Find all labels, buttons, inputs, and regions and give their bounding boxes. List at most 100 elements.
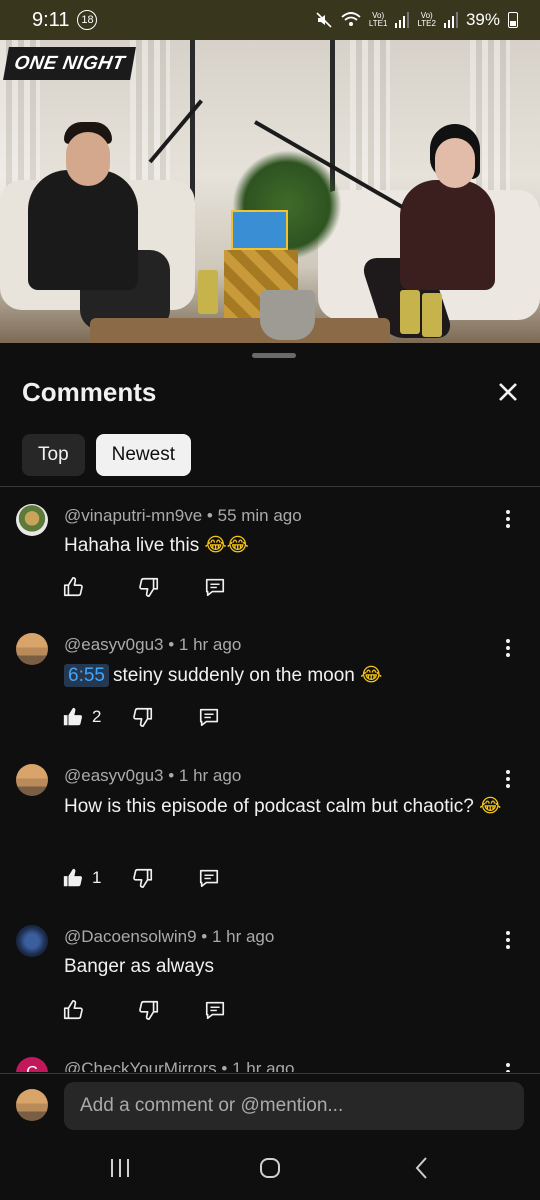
comment-more-button[interactable] xyxy=(500,1060,516,1072)
drag-handle[interactable] xyxy=(252,353,296,358)
comment-meta: @CheckYourMirrors • 1 hr ago xyxy=(64,1059,294,1072)
comment-time: 55 min ago xyxy=(217,506,302,525)
signal-2-icon xyxy=(443,12,458,28)
comment-more-button[interactable] xyxy=(500,767,516,791)
comments-title: Comments xyxy=(22,377,157,407)
thumb-up-filled-icon xyxy=(63,868,83,887)
comment-actions xyxy=(62,575,228,599)
avatar[interactable] xyxy=(16,925,48,957)
close-icon xyxy=(499,383,517,401)
video-player[interactable]: ONE NIGHT xyxy=(0,40,540,343)
comment-actions: 1 xyxy=(62,866,222,890)
avatar[interactable]: C xyxy=(16,1057,48,1072)
comment-more-button[interactable] xyxy=(500,636,516,660)
comment-more-button[interactable] xyxy=(500,928,516,952)
like-button[interactable] xyxy=(62,705,86,729)
comment-text: How is this episode of podcast calm but … xyxy=(64,791,514,822)
thumb-up-icon xyxy=(63,577,83,597)
comments-sheet: Comments Top Newest @vinaputri-mn9ve • 5… xyxy=(0,343,540,1200)
drink-can xyxy=(198,270,218,314)
emoji: 😂 xyxy=(360,664,383,686)
reply-icon xyxy=(205,1001,225,1020)
sort-chips: Top Newest xyxy=(22,434,191,476)
like-button[interactable] xyxy=(62,866,86,890)
reply-button[interactable] xyxy=(204,575,228,599)
dislike-button[interactable] xyxy=(138,575,162,599)
comments-list[interactable]: @vinaputri-mn9ve • 55 min ago Hahaha liv… xyxy=(0,487,540,1072)
close-button[interactable] xyxy=(492,376,524,408)
host-left xyxy=(28,170,138,290)
network-1-label: Vo) LTE1 xyxy=(368,11,388,28)
comment-meta: @easyv0gu3 • 1 hr ago xyxy=(64,766,242,785)
comment-text: Hahaha live this 😂😂 xyxy=(64,530,514,561)
comment-time: 1 hr ago xyxy=(178,766,242,785)
comment-meta: @vinaputri-mn9ve • 55 min ago xyxy=(64,506,302,525)
emoji: 😂😂 xyxy=(204,534,249,556)
like-count: 1 xyxy=(92,868,102,887)
comment-author[interactable]: @easyv0gu3 xyxy=(64,635,164,654)
thumb-down-icon xyxy=(139,1000,159,1020)
comment-author[interactable]: @Dacoensolwin9 xyxy=(64,927,197,946)
channel-logo: ONE NIGHT xyxy=(3,47,136,80)
comment-more-button[interactable] xyxy=(500,507,516,531)
thumb-down-icon xyxy=(133,707,153,727)
chip-newest[interactable]: Newest xyxy=(95,434,191,476)
comment-author[interactable]: @CheckYourMirrors xyxy=(64,1059,217,1072)
recents-button[interactable] xyxy=(107,1155,133,1181)
reply-button[interactable] xyxy=(204,998,228,1022)
comment-time: 1 hr ago xyxy=(232,1059,295,1072)
comment-body: Banger as always xyxy=(64,956,214,977)
coffee-table xyxy=(90,318,390,343)
battery-percent: 39% xyxy=(465,10,500,29)
comment-text: 6:55 steiny suddenly on the moon 😂 xyxy=(64,660,514,691)
comment-body: steiny suddenly on the moon xyxy=(112,665,355,686)
status-icons: Vo) LTE1 Vo) LTE2 39% xyxy=(315,10,518,30)
plant-pot xyxy=(260,290,315,340)
comment-body: How is this episode of podcast calm but … xyxy=(64,796,474,817)
reply-icon xyxy=(199,708,219,727)
comment-author[interactable]: @easyv0gu3 xyxy=(64,766,164,785)
dislike-button[interactable] xyxy=(132,866,156,890)
comment-actions xyxy=(62,998,228,1022)
thumb-down-icon xyxy=(139,577,159,597)
comment-meta: @easyv0gu3 • 1 hr ago xyxy=(64,635,242,654)
comment-meta: @Dacoensolwin9 • 1 hr ago xyxy=(64,927,275,946)
product-box xyxy=(231,210,288,250)
chip-top[interactable]: Top xyxy=(22,434,85,476)
emoji: 😂 xyxy=(479,795,502,817)
like-count: 2 xyxy=(92,707,102,726)
home-button[interactable] xyxy=(257,1155,283,1181)
comment-time: 1 hr ago xyxy=(178,635,242,654)
video-timestamp-link[interactable]: 6:55 xyxy=(64,664,109,687)
current-user-avatar[interactable] xyxy=(16,1089,48,1121)
dislike-button[interactable] xyxy=(138,998,162,1022)
guest-right-head xyxy=(435,138,475,188)
comment-author[interactable]: @vinaputri-mn9ve xyxy=(64,506,202,525)
like-button[interactable] xyxy=(62,998,86,1022)
reply-button[interactable] xyxy=(198,866,222,890)
add-comment-bar xyxy=(0,1073,540,1135)
comment-actions: 2 xyxy=(62,705,222,729)
wifi-icon xyxy=(341,12,361,26)
avatar[interactable] xyxy=(16,633,48,665)
avatar[interactable] xyxy=(16,764,48,796)
add-comment-input[interactable] xyxy=(64,1082,524,1130)
comment-body: Hahaha live this xyxy=(64,535,200,556)
recents-icon xyxy=(111,1159,129,1177)
back-button[interactable] xyxy=(409,1155,435,1181)
guest-right xyxy=(400,180,495,290)
reply-icon xyxy=(205,578,225,597)
thumb-up-filled-icon xyxy=(63,707,83,726)
notification-count-badge: 18 xyxy=(77,10,98,30)
drink-can xyxy=(400,290,420,334)
host-left-head xyxy=(66,132,110,186)
avatar[interactable] xyxy=(16,504,48,536)
reply-icon xyxy=(199,869,219,888)
dislike-button[interactable] xyxy=(132,705,156,729)
status-time: 9:11 xyxy=(32,8,70,31)
like-button[interactable] xyxy=(62,575,86,599)
thumb-up-icon xyxy=(63,1000,83,1020)
reply-button[interactable] xyxy=(198,705,222,729)
comment-text: Banger as always xyxy=(64,952,514,982)
mute-icon xyxy=(316,12,332,28)
